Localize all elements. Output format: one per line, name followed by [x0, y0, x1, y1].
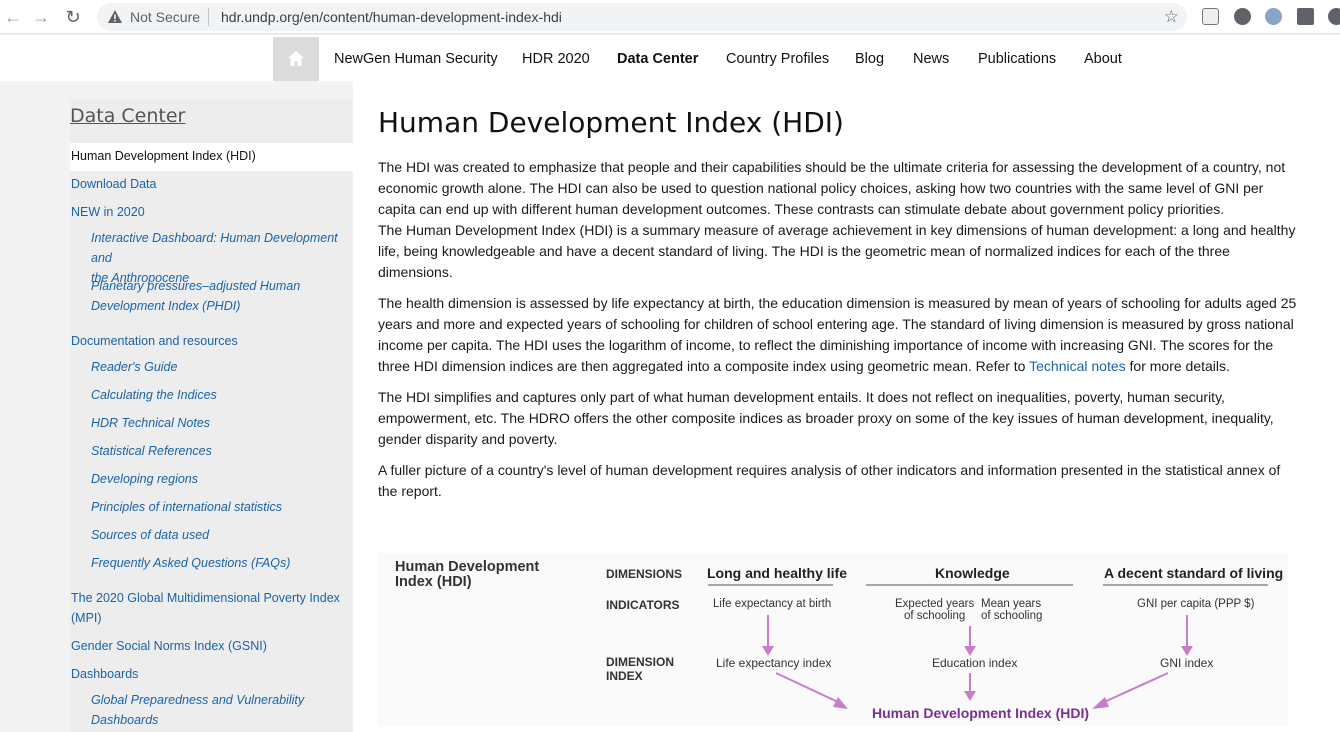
arrow-gni-head: [1181, 646, 1193, 656]
arrow-edu-hdi-head: [964, 691, 976, 701]
arrow-life-hdi-head: [833, 697, 848, 709]
omnibox-divider: [208, 8, 209, 26]
paragraph-simplifies: The HDI simplifies and captures only par…: [378, 389, 1274, 447]
sidebar: Data Center Human Development Index (HDI…: [70, 100, 353, 732]
site-navigation: NewGen Human Security HDR 2020 Data Cent…: [0, 35, 1340, 81]
puzzle-icon[interactable]: [1297, 8, 1314, 25]
link-line: (MPI): [71, 611, 102, 625]
sidebar-subitem-statistical-references[interactable]: Statistical References: [91, 441, 353, 461]
home-button[interactable]: [273, 37, 319, 81]
page-title: Human Development Index (HDI): [378, 106, 844, 139]
sidebar-subitem-sources[interactable]: Sources of data used: [91, 525, 353, 545]
warning-icon: [108, 10, 122, 23]
sidebar-item-hdi[interactable]: Human Development Index (HDI): [70, 143, 353, 171]
circle-extension-icon[interactable]: [1234, 8, 1251, 25]
nav-about[interactable]: About: [1084, 51, 1122, 67]
bookmark-star-icon[interactable]: ☆: [1164, 7, 1179, 27]
diagram-arrows: [708, 584, 1268, 709]
forward-icon[interactable]: →: [30, 6, 52, 28]
nav-data-center[interactable]: Data Center: [617, 51, 698, 67]
main-content: Human Development Index (HDI) The HDI wa…: [353, 81, 1340, 732]
link-line: Global Preparedness and Vulnerability: [91, 693, 305, 707]
nav-country-profiles[interactable]: Country Profiles: [726, 51, 829, 67]
sidebar-subitem-principles[interactable]: Principles of international statistics: [91, 497, 353, 517]
arrow-life-head: [762, 646, 774, 656]
sidebar-title[interactable]: Data Center: [70, 105, 185, 127]
page-extension-icon[interactable]: [1202, 8, 1219, 25]
back-icon[interactable]: ←: [2, 6, 24, 28]
sidebar-subitem-developing-regions[interactable]: Developing regions: [91, 469, 353, 489]
address-bar[interactable]: Not Secure hdr.undp.org/en/content/human…: [97, 3, 1187, 31]
sidebar-subitem-readers-guide[interactable]: Reader's Guide: [91, 357, 353, 377]
paragraph-intro: The HDI was created to emphasize that pe…: [378, 159, 1286, 217]
account-icon[interactable]: [1328, 8, 1340, 25]
paragraph-fuller-picture: A fuller picture of a country's level of…: [378, 462, 1281, 499]
arrow-edu-head: [964, 646, 976, 656]
sidebar-item-gsni[interactable]: Gender Social Norms Index (GSNI): [71, 636, 267, 656]
link-line: Planetary pressures–adjusted Human: [91, 279, 301, 293]
link-line: Interactive Dashboard: Human Development…: [91, 231, 338, 265]
browser-toolbar: ← → ↻ Not Secure hdr.undp.org/en/content…: [0, 0, 1340, 34]
sidebar-item-dashboards[interactable]: Dashboards: [71, 664, 138, 684]
sidebar-item-new-in-2020[interactable]: NEW in 2020: [71, 202, 145, 222]
link-line: Dashboards: [91, 713, 159, 727]
sidebar-subitem-phdi[interactable]: Planetary pressures–adjusted Human Devel…: [91, 276, 353, 316]
profile-extension-icon[interactable]: [1265, 8, 1282, 25]
sidebar-item-download-data[interactable]: Download Data: [71, 174, 156, 194]
link-line: The 2020 Global Multidimensional Poverty…: [71, 591, 340, 605]
nav-publications[interactable]: Publications: [978, 51, 1056, 67]
paragraph-summary: The Human Development Index (HDI) is a s…: [378, 222, 1296, 280]
hdi-diagram: Human Development Index (HDI) DIMENSIONS…: [378, 553, 1288, 725]
nav-news[interactable]: News: [913, 51, 949, 67]
arrow-life-hdi-line: [775, 672, 841, 704]
sidebar-item-mpi[interactable]: The 2020 Global Multidimensional Poverty…: [71, 588, 340, 628]
paragraph-dimensions-end: for more details.: [1129, 358, 1230, 374]
url-text[interactable]: hdr.undp.org/en/content/human-developmen…: [221, 9, 562, 25]
technical-notes-link[interactable]: Technical notes: [1029, 358, 1126, 374]
paragraph-dimensions: The health dimension is assessed by life…: [378, 293, 1298, 377]
nav-hdr-2020[interactable]: HDR 2020: [522, 51, 590, 67]
sidebar-item-label: Human Development Index (HDI): [71, 149, 256, 163]
reload-icon[interactable]: ↻: [62, 6, 84, 28]
nav-blog[interactable]: Blog: [855, 51, 884, 67]
arrow-gni-hdi-line: [1101, 672, 1169, 704]
arrow-gni-hdi-head: [1092, 697, 1109, 709]
sidebar-subitem-technical-notes[interactable]: HDR Technical Notes: [91, 413, 353, 433]
home-icon: [288, 51, 304, 66]
security-label[interactable]: Not Secure: [130, 9, 200, 25]
sidebar-item-documentation[interactable]: Documentation and resources: [71, 331, 238, 351]
sidebar-subitem-global-preparedness[interactable]: Global Preparedness and Vulnerability Da…: [91, 690, 353, 730]
sidebar-subitem-faq[interactable]: Frequently Asked Questions (FAQs): [91, 553, 353, 573]
nav-newgen-human-security[interactable]: NewGen Human Security: [334, 51, 498, 67]
sidebar-subitem-calculating-indices[interactable]: Calculating the Indices: [91, 385, 353, 405]
link-line: Development Index (PHDI): [91, 299, 241, 313]
